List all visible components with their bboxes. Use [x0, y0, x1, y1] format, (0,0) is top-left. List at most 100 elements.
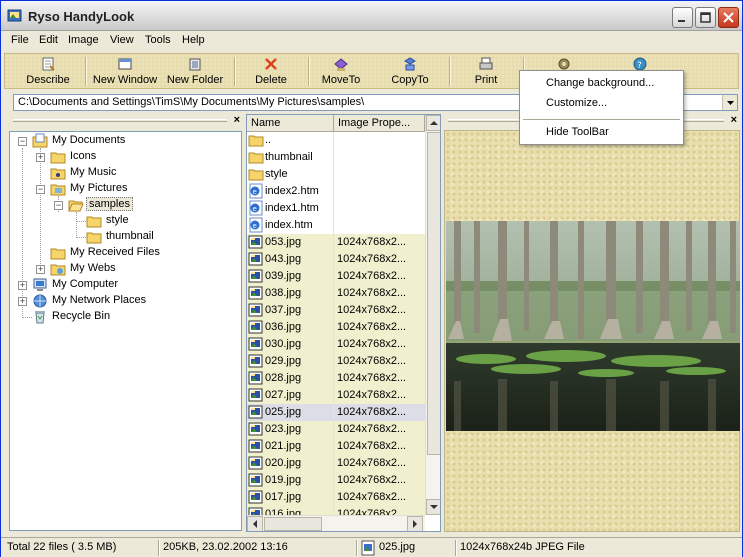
customize-menu-item[interactable]: Customize... [546, 97, 607, 109]
music-folder-icon [50, 168, 66, 180]
column-divider [333, 319, 334, 336]
folder-tree: − My Documents + Icons My Music − My Pic… [9, 131, 242, 531]
status-file-format: 1024x768x24b JPEG File [460, 541, 585, 553]
file-name: 037.jpg [265, 304, 302, 316]
new-window-button[interactable]: New Window [92, 55, 158, 89]
horizontal-scrollbar[interactable] [247, 515, 425, 531]
expand-icon[interactable]: + [36, 153, 45, 162]
tree-item-my-computer[interactable]: + My Computer [10, 277, 240, 293]
expand-icon[interactable]: + [18, 297, 27, 306]
tree-item-my-documents[interactable]: − My Documents [10, 133, 240, 149]
file-list-row[interactable]: style [247, 166, 425, 183]
file-list-row[interactable]: .. [247, 132, 425, 149]
menu-edit[interactable]: Edit [39, 34, 58, 46]
minimize-button[interactable] [672, 7, 693, 28]
address-dropdown-button[interactable] [722, 95, 737, 110]
file-image-properties: 1024x768x2... [337, 474, 407, 486]
column-divider [333, 149, 334, 166]
file-list-row[interactable]: 028.jpg 1024x768x2... [247, 370, 425, 387]
hide-toolbar-menu-item[interactable]: Hide ToolBar [546, 126, 609, 138]
file-image-properties: 1024x768x2... [337, 338, 407, 350]
file-list-row[interactable]: 037.jpg 1024x768x2... [247, 302, 425, 319]
tree-item-my-pictures[interactable]: − My Pictures [10, 181, 240, 197]
menu-view[interactable]: View [110, 34, 134, 46]
svg-text:e: e [253, 222, 257, 230]
collapse-icon[interactable]: − [36, 185, 45, 194]
file-list-row[interactable]: 036.jpg 1024x768x2... [247, 319, 425, 336]
scroll-up-button[interactable] [426, 115, 440, 131]
file-list-row[interactable]: 023.jpg 1024x768x2... [247, 421, 425, 438]
move-to-button[interactable]: MoveTo [316, 55, 366, 89]
scroll-right-button[interactable] [407, 516, 423, 531]
file-list-row[interactable]: 027.jpg 1024x768x2... [247, 387, 425, 404]
collapse-icon[interactable]: − [18, 137, 27, 146]
file-list-row[interactable]: 029.jpg 1024x768x2... [247, 353, 425, 370]
status-file-name: 025.jpg [379, 541, 416, 553]
image-file-icon [361, 540, 375, 556]
file-list-row[interactable]: 025.jpg 1024x768x2... [247, 404, 425, 421]
collapse-icon[interactable]: − [54, 201, 63, 210]
column-header-name[interactable]: Name [247, 115, 334, 132]
scroll-left-button[interactable] [247, 516, 263, 531]
menu-help[interactable]: Help [182, 34, 205, 46]
menu-tools[interactable]: Tools [145, 34, 171, 46]
copy-to-button[interactable]: CopyTo [385, 55, 435, 89]
tree-item-my-network-places[interactable]: + My Network Places [10, 293, 240, 309]
file-list-row[interactable]: 019.jpg 1024x768x2... [247, 472, 425, 489]
file-list-row[interactable]: thumbnail [247, 149, 425, 166]
file-image-properties: 1024x768x2... [337, 491, 407, 503]
describe-button[interactable]: Describe [23, 55, 73, 89]
scroll-down-button[interactable] [426, 499, 440, 515]
change-background-menu-item[interactable]: Change background... [546, 77, 654, 89]
file-list-row[interactable]: e index.htm [247, 217, 425, 234]
file-list-row[interactable]: e index2.htm [247, 183, 425, 200]
vertical-scrollbar[interactable] [425, 115, 440, 515]
file-list-row[interactable]: 039.jpg 1024x768x2... [247, 268, 425, 285]
new-folder-button[interactable]: New Folder [165, 55, 225, 89]
print-button[interactable]: Print [463, 55, 509, 89]
tree-item-my-webs[interactable]: + My Webs [10, 261, 240, 277]
file-list-row[interactable]: 038.jpg 1024x768x2... [247, 285, 425, 302]
scroll-thumb[interactable] [427, 132, 440, 455]
file-name: 043.jpg [265, 253, 302, 265]
column-header-image-properties[interactable]: Image Prope... [334, 115, 425, 132]
toolbar-separator [449, 57, 451, 86]
file-list-row[interactable]: 020.jpg 1024x768x2... [247, 455, 425, 472]
close-preview-pane-icon[interactable]: × [731, 114, 737, 126]
close-button[interactable] [718, 7, 739, 28]
delete-button[interactable]: Delete [246, 55, 296, 89]
maximize-button[interactable] [695, 7, 716, 28]
file-list-row[interactable]: 043.jpg 1024x768x2... [247, 251, 425, 268]
tree-item-samples[interactable]: − samples [10, 197, 240, 213]
close-tree-pane-icon[interactable]: × [234, 114, 240, 126]
expand-icon[interactable]: + [36, 265, 45, 274]
status-separator [455, 540, 457, 556]
file-list-row[interactable]: e index1.htm [247, 200, 425, 217]
column-divider [333, 472, 334, 489]
jpg-file-icon [248, 285, 264, 301]
pane-grip[interactable] [13, 119, 227, 122]
column-divider [333, 438, 334, 455]
folder-icon [248, 149, 264, 165]
tree-item-thumbnail[interactable]: thumbnail [10, 229, 240, 245]
file-list-row[interactable]: 053.jpg 1024x768x2... [247, 234, 425, 251]
preview-image[interactable] [446, 221, 740, 431]
horizontal-scroll-thumb[interactable] [264, 517, 322, 531]
expand-icon[interactable]: + [18, 281, 27, 290]
tree-item-my-music[interactable]: My Music [10, 165, 240, 181]
file-list-row[interactable]: 030.jpg 1024x768x2... [247, 336, 425, 353]
menu-image[interactable]: Image [68, 34, 99, 46]
tree-item-style[interactable]: style [10, 213, 240, 229]
file-image-properties: 1024x768x2... [337, 321, 407, 333]
tree-item-recycle-bin[interactable]: Recycle Bin [10, 309, 240, 325]
file-list-row[interactable]: 017.jpg 1024x768x2... [247, 489, 425, 506]
tree-item-my-received-files[interactable]: My Received Files [10, 245, 240, 261]
folder-icon [248, 166, 264, 182]
tree-item-icons[interactable]: + Icons [10, 149, 240, 165]
close-icon [723, 12, 734, 23]
file-list-row[interactable]: 021.jpg 1024x768x2... [247, 438, 425, 455]
menu-file[interactable]: File [11, 34, 29, 46]
jpg-file-icon [248, 336, 264, 352]
file-image-properties: 1024x768x2... [337, 389, 407, 401]
file-name: index2.htm [265, 185, 319, 197]
